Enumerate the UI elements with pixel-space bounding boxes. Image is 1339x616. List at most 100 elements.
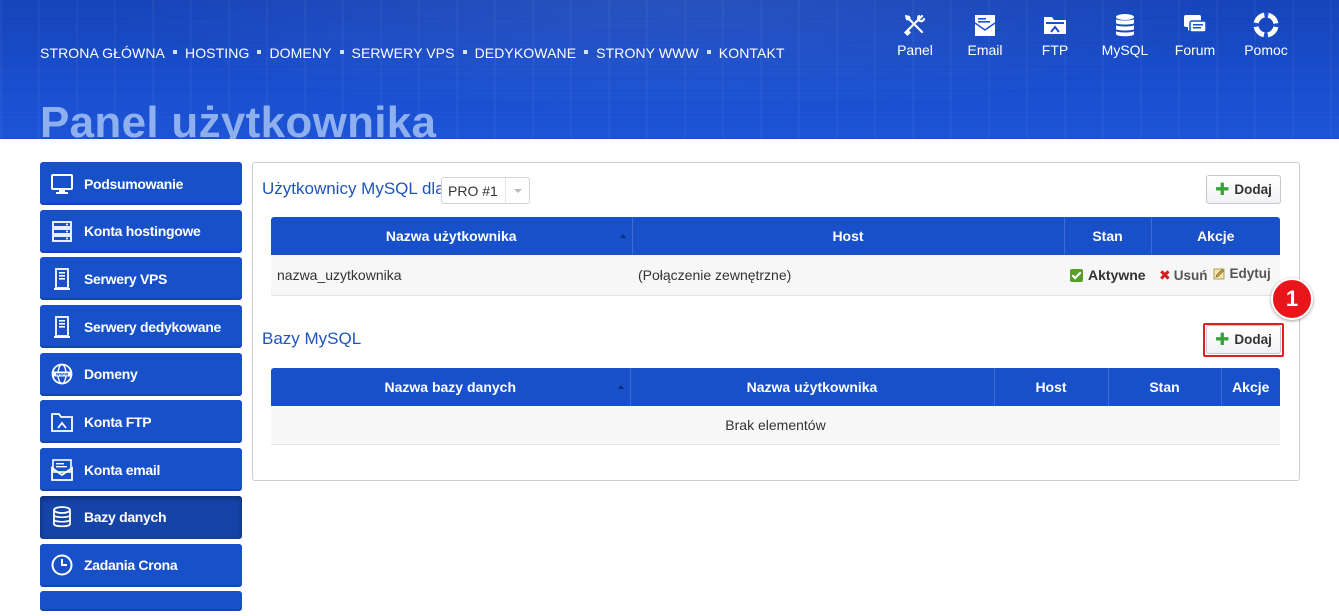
chat-icon xyxy=(1184,15,1207,33)
sidebar-item-label: Konta FTP xyxy=(84,413,152,430)
sort-asc-icon xyxy=(617,385,624,389)
empty-table-message: Brak elementów xyxy=(271,406,1280,445)
nav-link-hosting[interactable]: HOSTING xyxy=(185,45,249,61)
svg-text:www: www xyxy=(56,373,68,378)
ftp-folder-icon xyxy=(1044,17,1066,34)
tools-icon xyxy=(903,14,926,37)
highlight-box xyxy=(1203,323,1284,357)
table-row-empty: Brak elementów xyxy=(271,406,1280,445)
database-icon xyxy=(1116,14,1134,37)
lifebuoy-icon xyxy=(1253,12,1279,38)
nav-separator xyxy=(462,50,467,54)
sidebar-item-label: Domeny xyxy=(84,366,138,383)
sidebar-item-hosting-accounts[interactable]: Konta hostingowe xyxy=(40,209,242,253)
ftp-folder-icon xyxy=(51,413,73,432)
nav-link-domains[interactable]: DOMENY xyxy=(269,45,331,61)
sidebar-item-label: Serwery dedykowane xyxy=(84,318,221,335)
add-user-button[interactable]: ✚ Dodaj xyxy=(1206,175,1281,204)
sidebar-item-domains[interactable]: www Domeny xyxy=(40,352,242,396)
clock-icon xyxy=(51,554,73,576)
sidebar-item-email-accounts[interactable]: Konta email xyxy=(40,448,242,492)
delete-user-link[interactable]: ✖ Usuń xyxy=(1159,267,1207,284)
quick-link-email[interactable]: Email xyxy=(950,12,1020,58)
sidebar-item-label: Bazy danych xyxy=(84,509,167,526)
column-header-database-name[interactable]: Nazwa bazy danych xyxy=(271,368,630,406)
main-panel: Użytkownicy MySQL dla PRO #1 ✚ Dodaj Naz… xyxy=(252,162,1300,481)
column-header-actions: Akcje xyxy=(1220,368,1280,406)
sidebar-item-label: Zadania Crona xyxy=(84,557,178,573)
nav-separator xyxy=(706,50,711,54)
column-header-host[interactable]: Host xyxy=(993,368,1108,406)
step-number-badge: 1 xyxy=(1271,278,1313,320)
edit-user-link[interactable]: Edytuj xyxy=(1213,266,1271,281)
quick-link-ftp[interactable]: FTP xyxy=(1020,12,1090,58)
nav-link-contact[interactable]: KONTAKT xyxy=(719,45,785,61)
email-icon xyxy=(974,15,996,36)
cell-username: nazwa_uzytkownika xyxy=(271,255,632,296)
mysql-users-table: Nazwa użytkownika Host Stan Akcje nazwa_… xyxy=(271,217,1280,296)
nav-link-dedicated[interactable]: DEDYKOWANE xyxy=(475,45,577,61)
quick-link-label: Email xyxy=(967,42,1003,58)
sidebar-item-ftp-accounts[interactable]: Konta FTP xyxy=(40,400,242,444)
sidebar-item-summary[interactable]: Podsumowanie xyxy=(40,162,242,205)
email-icon xyxy=(51,458,73,481)
quick-link-panel[interactable]: Panel xyxy=(880,12,950,58)
quick-link-label: MySQL xyxy=(1101,42,1149,58)
quick-link-label: FTP xyxy=(1041,42,1069,58)
sidebar-item-label: Konta hostingowe xyxy=(84,223,201,240)
nav-link-home[interactable]: STRONA GŁÓWNA xyxy=(40,45,165,61)
quick-link-label: Panel xyxy=(897,42,933,58)
column-header-status[interactable]: Stan xyxy=(1063,217,1151,255)
status-badge: Aktywne xyxy=(1088,266,1146,283)
column-header-status[interactable]: Stan xyxy=(1107,368,1221,406)
sidebar: Podsumowanie Konta hostingowe Serwery VP… xyxy=(40,162,242,616)
cell-actions: ✖ Usuń Edytuj xyxy=(1151,255,1280,296)
nav-separator xyxy=(257,50,262,54)
chevron-down-icon xyxy=(505,178,529,203)
nav-link-websites[interactable]: STRONY WWW xyxy=(596,45,699,61)
quick-link-help[interactable]: Pomoc xyxy=(1231,12,1301,58)
cell-status: Aktywne xyxy=(1064,255,1151,296)
monitor-icon xyxy=(51,173,73,194)
column-header-actions: Akcje xyxy=(1150,217,1280,255)
package-select[interactable]: PRO #1 xyxy=(441,177,530,204)
quick-link-label: Forum xyxy=(1174,42,1216,58)
nav-separator xyxy=(172,50,177,54)
quick-link-label: Pomoc xyxy=(1244,42,1288,58)
check-icon xyxy=(1070,268,1083,282)
mysql-users-heading: Użytkownicy MySQL dla xyxy=(262,179,445,198)
table-header-row: Nazwa użytkownika Host Stan Akcje xyxy=(271,217,1280,255)
nav-separator xyxy=(584,50,589,54)
globe-www-icon: www xyxy=(51,363,73,385)
package-select-value: PRO #1 xyxy=(448,182,498,199)
table-header-row: Nazwa bazy danych Nazwa użytkownika Host… xyxy=(271,368,1280,406)
pencil-icon xyxy=(1214,268,1225,279)
quick-link-forum[interactable]: Forum xyxy=(1160,12,1230,58)
sort-asc-icon xyxy=(619,234,626,238)
server-stack-icon xyxy=(52,221,72,243)
top-navigation: STRONA GŁÓWNA HOSTING DOMENY SERWERY VPS… xyxy=(40,45,785,61)
column-header-username[interactable]: Nazwa użytkownika xyxy=(271,217,632,255)
nav-link-vps[interactable]: SERWERY VPS xyxy=(352,45,455,61)
server-tower-icon xyxy=(54,267,70,290)
column-header-username[interactable]: Nazwa użytkownika xyxy=(629,368,994,406)
sidebar-item-cron-jobs[interactable]: Zadania Crona xyxy=(40,543,242,587)
sidebar-item-label: Serwery VPS xyxy=(84,270,168,287)
sidebar-item-databases[interactable]: Bazy danych xyxy=(40,495,242,539)
cell-host: (Połączenie zewnętrzne) xyxy=(632,255,1064,296)
page-title: Panel użytkownika xyxy=(40,98,437,139)
quick-link-mysql[interactable]: MySQL xyxy=(1090,12,1160,58)
column-header-host[interactable]: Host xyxy=(631,217,1064,255)
sidebar-item-dedicated-servers[interactable]: Serwery dedykowane xyxy=(40,305,242,349)
plus-icon: ✚ xyxy=(1215,180,1230,199)
mysql-databases-table: Nazwa bazy danych Nazwa użytkownika Host… xyxy=(271,368,1280,445)
nav-separator xyxy=(339,50,344,54)
sidebar-item-more[interactable] xyxy=(40,591,242,612)
mysql-databases-heading: Bazy MySQL xyxy=(262,329,362,348)
delete-x-icon: ✖ xyxy=(1159,266,1171,283)
sidebar-item-vps[interactable]: Serwery VPS xyxy=(40,257,242,301)
sidebar-item-label: Konta email xyxy=(84,461,161,478)
database-icon xyxy=(53,506,71,528)
server-tower-icon xyxy=(54,315,70,338)
header: STRONA GŁÓWNA HOSTING DOMENY SERWERY VPS… xyxy=(0,0,1339,139)
